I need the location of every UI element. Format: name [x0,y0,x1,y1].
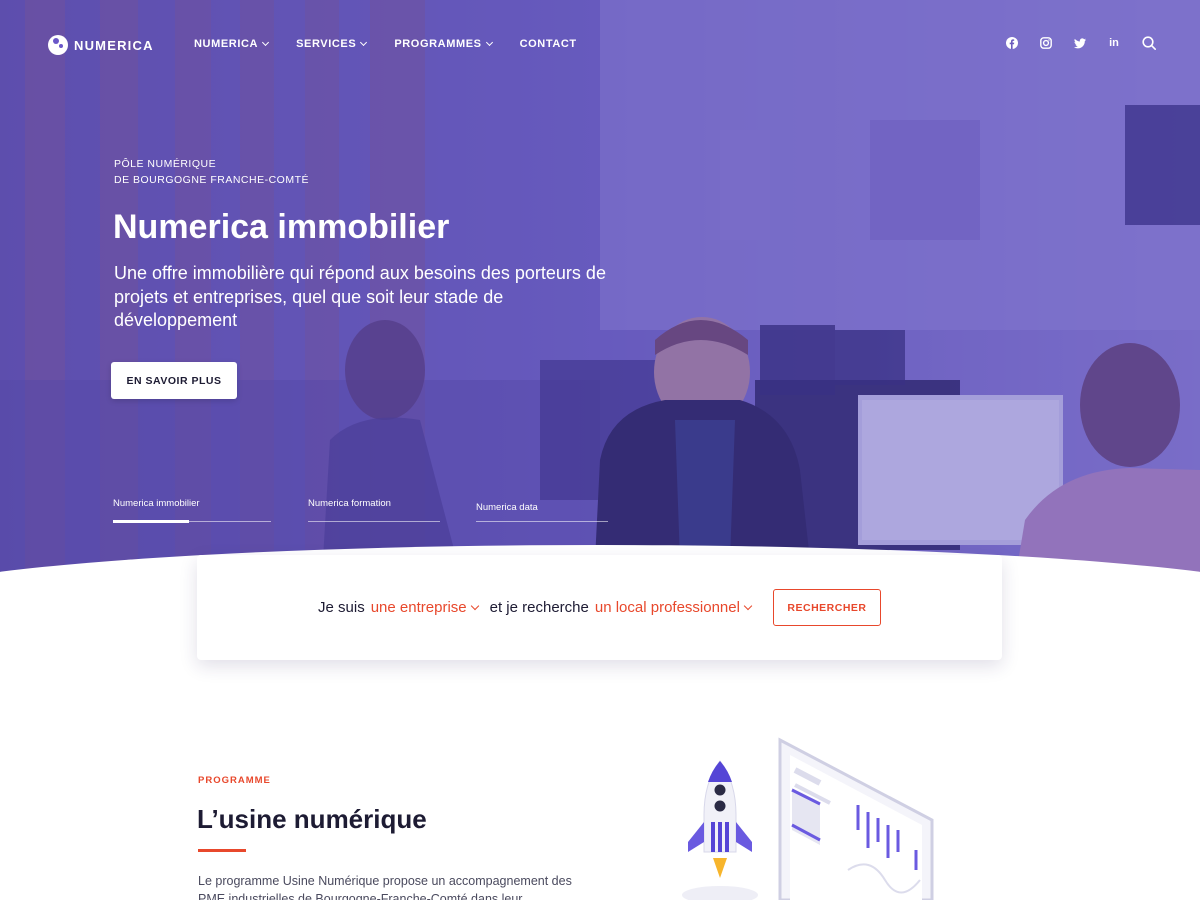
tab-label: Numerica formation [308,498,391,509]
linkedin-glyph: in [1109,37,1119,49]
tab-label: Numerica data [476,502,538,513]
nav-item-label: NUMERICA [194,38,259,50]
tab-numerica-immobilier[interactable]: Numerica immobilier [113,498,271,523]
section-description: Le programme Usine Numérique propose un … [198,874,572,900]
learn-more-button[interactable]: EN SAVOIR PLUS [111,362,237,399]
hero-title: Numerica immobilier [113,208,450,246]
tab-active-indicator [113,520,189,523]
eyebrow-line-2: DE BOURGOGNE FRANCHE-COMTÉ [114,174,310,186]
search-middle-text: et je recherche [489,599,589,616]
linkedin-icon[interactable]: in [1108,37,1120,49]
nav-item-label: SERVICES [296,38,357,50]
profile-select[interactable]: une entreprise [370,599,479,616]
chevron-down-icon [262,38,270,47]
nav-item-label: PROGRAMMES [394,38,482,50]
chevron-down-icon [485,38,493,47]
rocket-icon [682,760,758,900]
title-underline [198,849,246,852]
top-navigation-bar: NUMERICA NUMERICA SERVICES PROGRAMMES CO… [0,0,1200,90]
property-search-card: Je suis une entreprise et je recherche u… [197,555,1002,660]
eyebrow-line-1: PÔLE NUMÉRIQUE [114,158,217,170]
search-button[interactable]: RECHERCHER [772,589,881,626]
rocket-dashboard-illustration [682,737,934,900]
tab-numerica-formation[interactable]: Numerica formation [308,498,440,522]
twitter-icon[interactable] [1074,37,1086,49]
chevron-down-icon [360,38,368,47]
tab-divider [308,521,440,522]
logo[interactable]: NUMERICA [48,35,154,55]
hero-eyebrow: PÔLE NUMÉRIQUE DE BOURGOGNE FRANCHE-COMT… [114,156,309,188]
chevron-down-icon [743,601,753,610]
logo-mark-icon [48,35,68,55]
logo-text: NUMERICA [74,37,154,53]
search-prefix: Je suis [318,599,365,616]
instagram-icon[interactable] [1040,37,1052,49]
main-nav: NUMERICA SERVICES PROGRAMMES CONTACT [194,38,577,50]
hero-tabs: Numerica immobilier Numerica formation N… [113,498,613,524]
dashboard-screen-icon [778,737,934,900]
property-type-select[interactable]: un local professionnel [594,599,753,616]
nav-item-contact[interactable]: CONTACT [520,38,577,50]
property-type-select-value: un local professionnel [594,599,740,616]
social-links: in [1006,36,1156,50]
section-eyebrow: PROGRAMME [198,775,271,786]
tab-label: Numerica immobilier [113,498,200,509]
section-title: L’usine numérique [197,804,427,834]
nav-item-programmes[interactable]: PROGRAMMES [394,38,493,50]
chevron-down-icon [470,601,479,610]
search-sentence: Je suis une entreprise et je recherche u… [318,599,753,616]
nav-item-label: CONTACT [519,38,577,50]
nav-item-services[interactable]: SERVICES [296,38,368,50]
tab-divider [476,521,608,522]
nav-item-numerica[interactable]: NUMERICA [194,38,270,50]
hero-subtitle: Une offre immobilière qui répond aux bes… [114,263,606,330]
facebook-icon[interactable] [1006,37,1018,49]
tab-numerica-data[interactable]: Numerica data [476,502,608,522]
search-icon[interactable] [1142,36,1156,50]
profile-select-value: une entreprise [370,599,467,616]
